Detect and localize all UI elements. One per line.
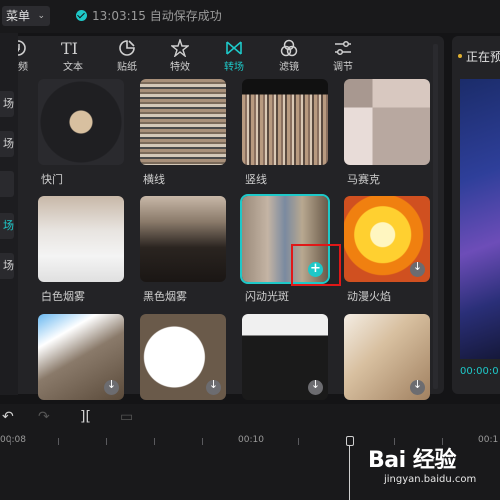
ruler-tick bbox=[10, 438, 11, 445]
tab-text[interactable]: TI 文本 bbox=[55, 37, 91, 75]
transition-card[interactable] bbox=[242, 314, 328, 400]
download-icon[interactable] bbox=[410, 378, 425, 395]
save-text: 自动保存成功 bbox=[149, 9, 222, 23]
transition-card[interactable] bbox=[140, 314, 226, 400]
transition-card-white-smoke[interactable] bbox=[38, 196, 124, 282]
adjust-icon bbox=[335, 40, 351, 56]
tab-transition-label: 转场 bbox=[224, 62, 244, 73]
download-icon[interactable] bbox=[410, 260, 425, 277]
tab-adjust-label: 调节 bbox=[333, 62, 353, 73]
tab-sticker-label: 贴纸 bbox=[117, 62, 137, 73]
ruler-tick bbox=[58, 438, 59, 445]
autosave-status: 13:03:15 自动保存成功 bbox=[76, 8, 222, 24]
category-item[interactable]: 场 bbox=[0, 253, 14, 279]
playhead-line bbox=[349, 446, 350, 500]
preview-panel: 正在预 00:00:0 bbox=[452, 36, 500, 394]
check-circle-icon bbox=[76, 10, 87, 21]
transition-label: 快门 bbox=[41, 173, 63, 186]
ruler-tick bbox=[202, 438, 203, 445]
category-item[interactable]: 场 bbox=[0, 131, 14, 157]
transition-card-mosaic[interactable] bbox=[344, 79, 430, 165]
preview-title-text: 正在预 bbox=[466, 50, 500, 64]
download-icon[interactable] bbox=[308, 378, 323, 395]
category-item-active[interactable]: 场 bbox=[0, 213, 14, 239]
text-icon: TI bbox=[61, 39, 78, 57]
category-item[interactable]: 场 bbox=[0, 91, 14, 117]
preview-title: 正在预 bbox=[458, 48, 500, 65]
preview-timecode: 00:00:0 bbox=[460, 366, 499, 377]
filter-icon bbox=[280, 39, 298, 57]
tab-transition[interactable]: 转场 bbox=[216, 37, 252, 75]
transition-card-anime-flame[interactable] bbox=[344, 196, 430, 282]
ruler-tick-label: 00:08 bbox=[0, 435, 26, 445]
transition-label: 白色烟雾 bbox=[41, 290, 85, 303]
chevron-down-icon: ⌄ bbox=[37, 11, 45, 21]
status-dot-icon bbox=[458, 54, 462, 58]
watermark-sub: jingyan.baidu.com bbox=[384, 474, 477, 485]
highlight-box bbox=[291, 244, 341, 286]
transition-label: 马赛克 bbox=[347, 173, 380, 186]
ruler-tick bbox=[298, 438, 299, 445]
grid-scrollbar[interactable] bbox=[433, 44, 438, 389]
sticker-icon bbox=[119, 40, 135, 56]
transition-label: 动漫火焰 bbox=[347, 290, 391, 303]
menu-button[interactable]: 菜单 ⌄ bbox=[2, 6, 50, 26]
timeline-toolbar: ↶ ↷ ][ ▭ bbox=[0, 404, 500, 430]
top-bar: 菜单 ⌄ 13:03:15 自动保存成功 bbox=[0, 0, 500, 33]
svg-text:TI: TI bbox=[61, 39, 78, 57]
category-item[interactable] bbox=[0, 171, 14, 197]
tab-filter[interactable]: 滤镜 bbox=[271, 37, 307, 75]
preview-video[interactable] bbox=[460, 79, 500, 359]
transition-label: 横线 bbox=[143, 173, 165, 186]
baidu-watermark: Bai 经验 jingyan.baidu.com bbox=[368, 442, 498, 496]
transition-card[interactable] bbox=[38, 314, 124, 400]
tab-adjust[interactable]: 调节 bbox=[325, 37, 361, 75]
tab-filter-label: 滤镜 bbox=[279, 62, 299, 73]
download-icon[interactable] bbox=[104, 378, 119, 395]
transition-label: 黑色烟雾 bbox=[143, 290, 187, 303]
ruler-tick bbox=[154, 438, 155, 445]
transition-card[interactable] bbox=[344, 314, 430, 400]
playhead[interactable] bbox=[346, 436, 354, 500]
transition-card-horizontal-lines[interactable] bbox=[140, 79, 226, 165]
ruler-tick-label: 00:10 bbox=[238, 435, 264, 445]
transition-label: 竖线 bbox=[245, 173, 267, 186]
transition-icon bbox=[226, 41, 242, 55]
delete-icon[interactable]: ▭ bbox=[120, 409, 133, 425]
transition-card-black-smoke[interactable] bbox=[140, 196, 226, 282]
save-time: 13:03:15 bbox=[92, 9, 146, 23]
effects-icon bbox=[171, 39, 189, 57]
transition-card-shutter[interactable] bbox=[38, 79, 124, 165]
tab-sticker[interactable]: 贴纸 bbox=[109, 37, 145, 75]
download-icon[interactable] bbox=[206, 378, 221, 395]
tab-effects[interactable]: 特效 bbox=[162, 37, 198, 75]
tab-effects-label: 特效 bbox=[170, 62, 190, 73]
playhead-handle[interactable] bbox=[346, 436, 354, 446]
tab-text-label: 文本 bbox=[63, 62, 83, 73]
transition-card-vertical-lines[interactable] bbox=[242, 79, 328, 165]
redo-icon[interactable]: ↷ bbox=[38, 409, 50, 425]
watermark-main: Bai 经验 bbox=[368, 448, 456, 473]
split-icon[interactable]: ][ bbox=[80, 409, 91, 425]
category-strip: 场 场 场 场 bbox=[0, 33, 18, 395]
menu-label: 菜单 bbox=[6, 9, 31, 23]
transition-label: 闪动光斑 bbox=[245, 290, 289, 303]
undo-icon[interactable]: ↶ bbox=[2, 409, 14, 425]
material-toolbar: 音频 TI 文本 贴纸 特效 转场 滤镜 调节 bbox=[0, 36, 444, 76]
ruler-tick bbox=[106, 438, 107, 445]
